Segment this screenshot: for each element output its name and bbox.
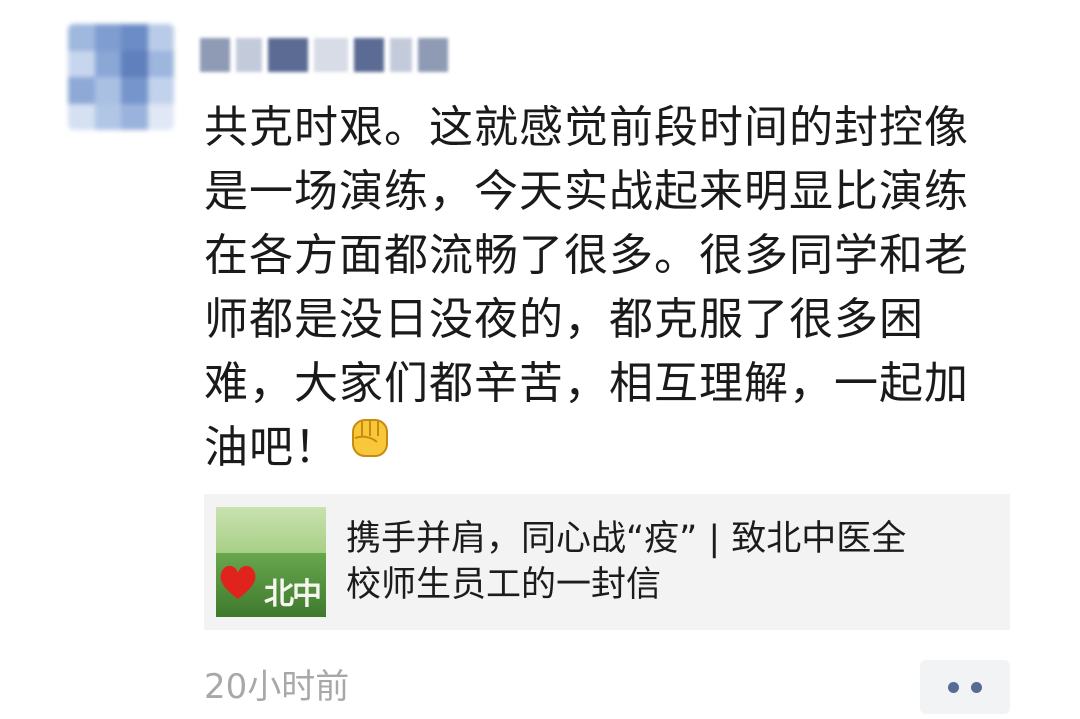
more-actions-button[interactable]: [920, 660, 1010, 714]
post-text-line: 师都是没日没夜的，都克服了很多困: [204, 294, 924, 345]
timestamp: 20小时前: [204, 667, 350, 707]
link-thumbnail: 北中: [216, 507, 326, 617]
thumbnail-background: [216, 507, 326, 553]
post-text-line: 是一场演练，今天实战起来明显比演练: [204, 166, 969, 217]
post-text-line: 在各方面都流畅了很多。很多同学和老: [204, 230, 969, 281]
link-title-line: 校师生员工的一封信: [346, 565, 662, 605]
post-text: 共克时艰。这就感觉前段时间的封控像 是一场演练，今天实战起来明显比演练 在各方面…: [204, 96, 1024, 480]
shared-link-card[interactable]: 北中 携手并肩，同心战“疫” | 致北中医全 校师生员工的一封信: [204, 494, 1010, 630]
moments-post: 共克时艰。这就感觉前段时间的封控像 是一场演练，今天实战起来明显比演练 在各方面…: [0, 0, 1080, 719]
nickname[interactable]: [200, 38, 448, 72]
heart-icon: [218, 563, 258, 605]
post-text-line: 共克时艰。这就感觉前段时间的封控像: [204, 102, 969, 153]
post-text-line-last: 油吧！: [204, 416, 1024, 480]
link-title-line: 携手并肩，同心战“疫” | 致北中医全: [346, 519, 907, 559]
more-dots-icon: [971, 681, 982, 693]
link-title: 携手并肩，同心战“疫” | 致北中医全 校师生员工的一封信: [346, 516, 996, 608]
thumbnail-text: 北中: [264, 577, 322, 612]
post-text-line: 油吧！: [204, 422, 339, 473]
avatar[interactable]: [68, 24, 174, 130]
fist-emoji-icon: [347, 412, 393, 480]
more-dots-icon: [948, 681, 959, 693]
post-text-line: 难，大家们都辛苦，相互理解，一起加: [204, 358, 969, 409]
